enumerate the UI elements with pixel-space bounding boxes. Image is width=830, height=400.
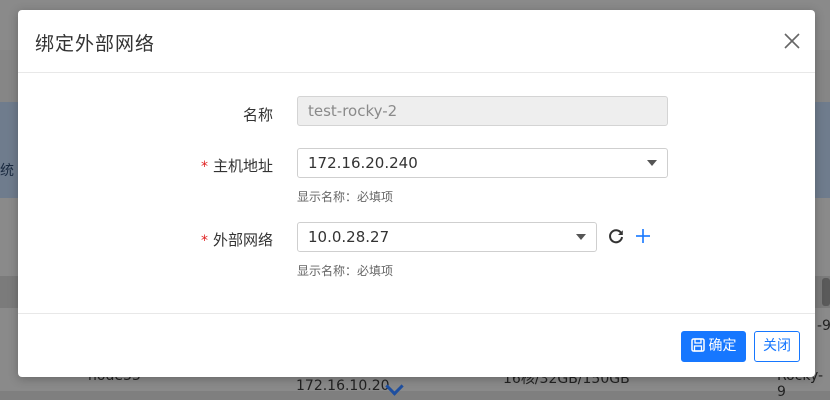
network-hint: 显示名称：必填项 (297, 264, 394, 278)
external-network-value: 10.0.28.27 (308, 228, 390, 246)
host-address-value: 172.16.20.240 (308, 154, 418, 172)
close-icon[interactable] (781, 30, 803, 52)
dialog-header: 绑定外部网络 (18, 10, 815, 73)
dialog-footer: 确定 关闭 (18, 313, 815, 378)
background-right-edge-text: -9 (817, 318, 830, 334)
background-left-word: 统 (0, 163, 14, 179)
name-value: test-rocky-2 (308, 102, 398, 120)
host-label-group: * 主机地址 (201, 155, 273, 176)
background-scrollbar (822, 278, 830, 306)
caret-down-icon (576, 234, 586, 240)
caret-down-icon (647, 160, 657, 166)
save-icon (690, 338, 705, 352)
network-label: 外部网络 (212, 231, 273, 249)
host-address-select[interactable]: 172.16.20.240 (297, 148, 668, 178)
close-label: 关闭 (763, 338, 791, 354)
name-field: test-rocky-2 (297, 96, 668, 126)
name-label: 名称 (242, 106, 273, 124)
dialog-title: 绑定外部网络 (35, 33, 156, 55)
host-hint: 显示名称：必填项 (297, 190, 394, 204)
required-mark: * (200, 159, 208, 175)
host-label: 主机地址 (212, 157, 273, 175)
close-button[interactable]: 关闭 (754, 331, 800, 362)
bind-external-network-dialog: 绑定外部网络 名称 test-rocky-2 * 主机地址 172.16.20.2… (18, 10, 815, 377)
required-mark: * (200, 233, 208, 249)
confirm-button[interactable]: 确定 (681, 331, 746, 362)
add-network-icon[interactable] (634, 227, 652, 245)
confirm-label: 确定 (708, 338, 737, 354)
background-node-ip: 172.16.10.20 (296, 378, 390, 394)
refresh-icon[interactable] (607, 228, 625, 246)
external-network-select[interactable]: 10.0.28.27 (297, 222, 597, 252)
network-label-group: * 外部网络 (201, 229, 273, 250)
